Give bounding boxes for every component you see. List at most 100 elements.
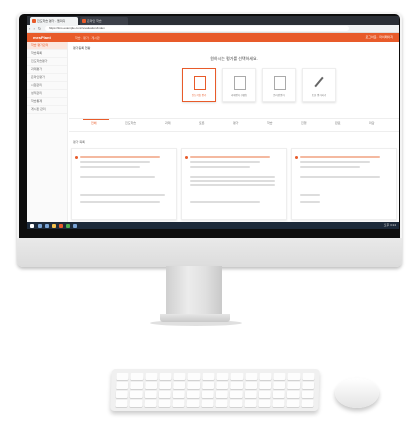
evaluation-card[interactable] [291,148,397,220]
browser-tab[interactable]: 진도학습 평가 - 엠피디 [30,17,78,25]
browser-nav-icons[interactable]: ‹ › ↻ [29,26,42,31]
keyboard-key [143,400,157,407]
keyboard-key [172,400,186,407]
keyboard-key [230,373,244,380]
text-line [190,166,250,168]
keyboard-key [158,391,172,398]
sidebar-item[interactable]: 학습통계 [27,98,67,106]
text-line [190,156,270,158]
keyboard-key [244,373,258,380]
folder-icon[interactable] [52,224,56,228]
keyboard-key [272,400,286,407]
taskbar: 오후 3:24 [27,222,399,229]
chrome-icon[interactable] [66,224,70,228]
text-line [190,180,275,182]
evaluation-card[interactable] [181,148,287,220]
evaluation-card[interactable] [71,148,177,220]
keyboard-key [187,391,200,398]
keyboard-key [187,373,201,380]
filter-tab[interactable]: 완료 [335,121,341,125]
text-line [190,184,275,186]
monitor-screen: 진도학습 평가 - 엠피디 온라인 학습 ‹ › ↻ https://lms.e… [27,16,399,238]
sidebar-item[interactable]: 시험관리 [27,82,67,90]
keyboard-key [202,373,215,380]
filter-tab[interactable]: 진도학습 [125,121,136,125]
text-line [300,176,380,178]
keyboard-key [244,391,257,398]
sidebar-item[interactable]: 게시판 관리 [27,106,67,114]
evaluation-option-card[interactable]: 온라인평가 [262,68,296,102]
browser-address-bar: ‹ › ↻ https://lms.example.co.kr/evaluati… [27,25,399,33]
sidebar-item[interactable]: 온라인평가 [27,74,67,82]
option-label: 과제평가 (개인) [230,94,248,97]
url-field[interactable]: https://lms.example.co.kr/evaluation/ind… [45,26,349,31]
evaluation-option-card[interactable]: 토론 평가하기 [302,68,336,102]
keyboard-key [201,400,214,407]
keyboard [110,369,320,411]
filter-tab[interactable]: 학습 [267,121,273,125]
active-tab-underline [83,119,109,120]
text-line [300,194,320,196]
favicon-icon [32,19,36,23]
taskbar-app-icon[interactable] [45,224,49,228]
keyboard-key [244,382,258,389]
taskbar-clock: 오후 3:24 [383,223,396,227]
keyboard-key [201,382,215,389]
pencil-icon [314,76,324,88]
keyboard-key [158,382,172,389]
evaluation-option-card[interactable]: 과제평가 (개인) [222,68,256,102]
monitor-stand-neck [166,266,222,316]
keyboard-key [116,373,129,380]
taskbar-app-icon[interactable] [73,224,77,228]
monitor-stand-base [160,314,230,322]
taskbar-app-icon[interactable] [59,224,63,228]
bullet-icon [185,156,188,159]
keyboard-key [287,391,300,398]
keyboard-key [130,382,143,389]
keyboard-key [144,391,157,398]
start-icon[interactable] [30,224,34,228]
text-line [190,176,275,178]
text-line [80,194,165,196]
sidebar-item[interactable]: 성적관리 [27,90,67,98]
sidebar-item[interactable]: 학습 평가관리 [27,42,67,50]
filter-tab[interactable]: 평가 [233,121,239,125]
keyboard-key [172,391,186,398]
keyboard-key [258,400,271,407]
app-logo[interactable]: mesPlant [33,35,51,40]
keyboard-key [158,400,171,407]
text-line [80,166,140,168]
document-icon [274,76,286,90]
evaluation-option-card[interactable]: 진도학습 평가 [182,68,216,102]
filter-tab[interactable]: 마감 [369,121,375,125]
option-label: 토론 평가하기 [311,94,327,97]
mouse [335,378,379,408]
browser-tab[interactable]: 온라인 학습 [80,17,128,25]
filter-tab[interactable]: 전체 [91,121,97,125]
header-user-menu[interactable]: 로그아웃 · 마이페이지 [365,35,393,39]
keyboard-key [130,373,144,380]
keyboard-key [243,400,257,407]
keyboard-key [287,382,300,389]
sidebar-item[interactable]: 진도학습평가 [27,58,67,66]
header-menu[interactable]: 학습 · 평가 · 게시판 [75,36,100,40]
keyboard-key [258,382,272,389]
filter-tab[interactable]: 진행 [301,121,307,125]
keyboard-key [115,400,128,407]
taskbar-app-icon[interactable] [38,224,42,228]
keyboard-key [215,400,228,407]
keyboard-key [258,391,272,398]
filter-tab[interactable]: 과제 [165,121,171,125]
keyboard-key [302,373,315,380]
text-line [300,161,370,163]
sidebar-item[interactable]: 과제평가 [27,66,67,74]
keyboard-key [129,400,143,407]
keyboard-key [215,391,229,398]
text-line [300,166,360,168]
document-icon [234,76,246,90]
sidebar-item[interactable]: 학습목록 [27,50,67,58]
breadcrumb: 평가등록 현황 [73,46,91,50]
filter-tab[interactable]: 토론 [199,121,205,125]
text-line [80,156,160,158]
keyboard-key [273,382,286,389]
